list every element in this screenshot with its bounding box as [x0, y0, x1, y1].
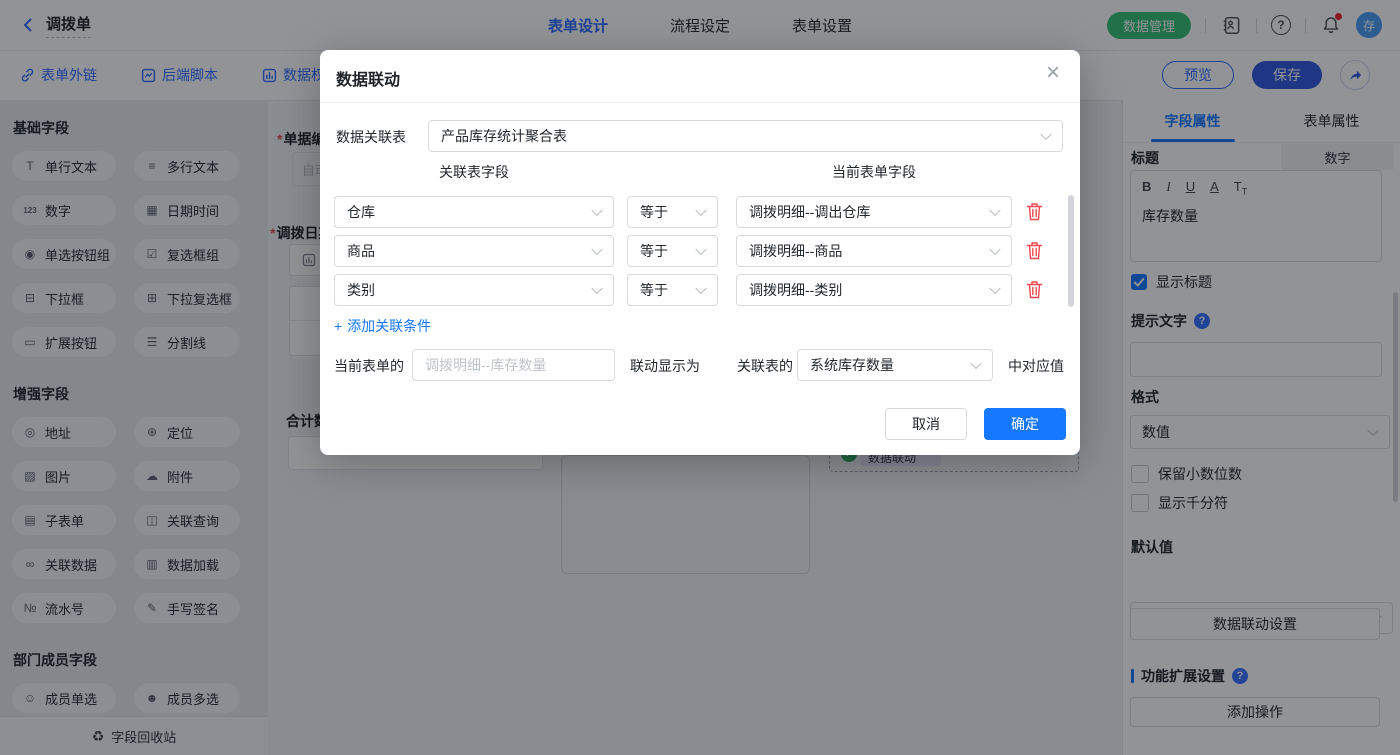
link-display-label: 联动显示为	[630, 356, 700, 376]
linked-field-select[interactable]: 类别	[334, 274, 614, 306]
current-form-field-input[interactable]: 调拨明细--库存数量	[412, 349, 615, 381]
chevron-down-icon	[989, 205, 1000, 216]
chevron-down-icon	[695, 283, 706, 294]
operator-select[interactable]: 等于	[627, 196, 718, 228]
chevron-down-icon	[591, 244, 602, 255]
current-field-select[interactable]: 调拨明细--类别	[736, 274, 1012, 306]
operator-select[interactable]: 等于	[627, 235, 718, 267]
chevron-down-icon	[591, 205, 602, 216]
chevron-down-icon	[989, 244, 1000, 255]
column-header-right: 当前表单字段	[736, 162, 1012, 182]
current-field-select[interactable]: 调拨明细--调出仓库	[736, 196, 1012, 228]
cancel-button[interactable]: 取消	[885, 408, 967, 440]
confirm-button[interactable]: 确定	[984, 408, 1066, 440]
delete-row-icon[interactable]	[1026, 280, 1043, 299]
column-header-left: 关联表字段	[334, 162, 614, 182]
app-window: 调拨单 表单设计 流程设定 表单设置 数据管理 ? 存	[0, 0, 1400, 755]
related-field-select[interactable]: 系统库存数量	[797, 349, 993, 381]
linked-table-label: 数据关联表	[336, 127, 406, 147]
chevron-down-icon	[591, 283, 602, 294]
add-condition-link[interactable]: + 添加关联条件	[334, 316, 431, 336]
chevron-down-icon	[1040, 129, 1051, 140]
linked-field-select[interactable]: 商品	[334, 235, 614, 267]
operator-select[interactable]: 等于	[627, 274, 718, 306]
delete-row-icon[interactable]	[1026, 202, 1043, 221]
linked-field-select[interactable]: 仓库	[334, 196, 614, 228]
related-table-label: 关联表的	[737, 356, 793, 376]
close-icon[interactable]: ×	[1046, 61, 1060, 85]
modal-header: 数据联动 ×	[320, 50, 1080, 103]
modal-title: 数据联动	[336, 66, 400, 90]
chevron-down-icon	[989, 283, 1000, 294]
current-form-label: 当前表单的	[334, 356, 404, 376]
chevron-down-icon	[695, 205, 706, 216]
add-condition-label: 添加关联条件	[347, 316, 431, 336]
chevron-down-icon	[695, 244, 706, 255]
linked-table-select[interactable]: 产品库存统计聚合表	[428, 120, 1063, 152]
data-linkage-modal: 数据联动 × 数据关联表 产品库存统计聚合表 关联表字段 当前表单字段 仓库 等…	[320, 50, 1080, 455]
current-field-select[interactable]: 调拨明细--商品	[736, 235, 1012, 267]
modal-scrollbar[interactable]	[1068, 195, 1074, 307]
plus-icon: +	[334, 318, 342, 334]
chevron-down-icon	[970, 358, 981, 369]
delete-row-icon[interactable]	[1026, 241, 1043, 260]
suffix-label: 中对应值	[1008, 356, 1064, 376]
